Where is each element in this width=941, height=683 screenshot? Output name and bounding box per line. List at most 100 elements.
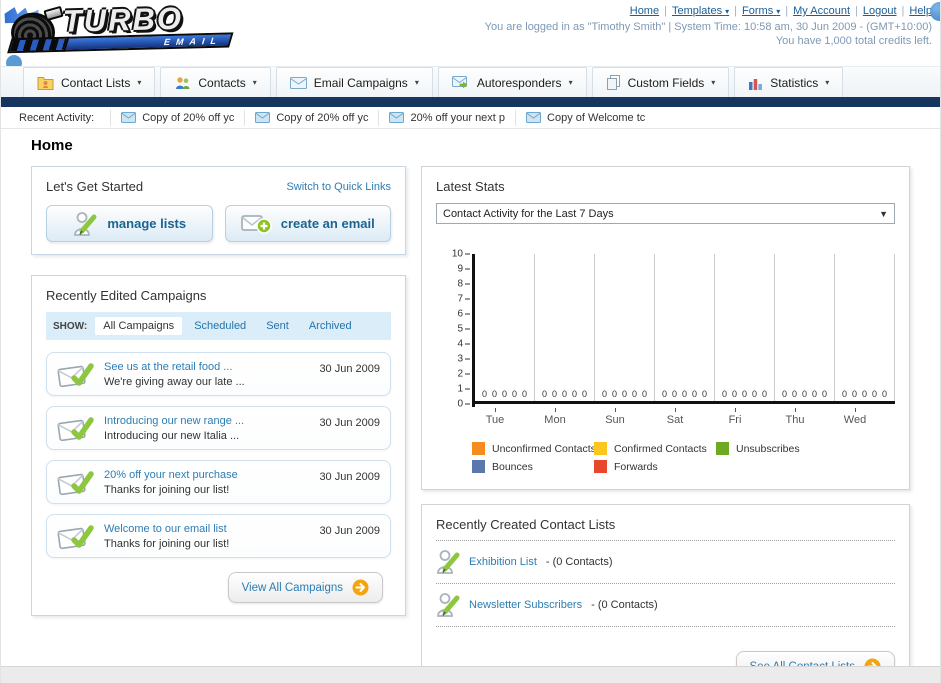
chart-values-row: 00000: [597, 389, 652, 399]
header: TURBO EMAIL Home | Templates ▾ | Forms ▾ | My …: [1, 0, 940, 118]
header-link-home[interactable]: Home: [630, 5, 659, 17]
y-tick-label: 8: [457, 279, 470, 290]
chart-value: 0: [781, 389, 787, 399]
manage-lists-button[interactable]: manage lists: [46, 205, 213, 242]
view-all-campaigns-label: View All Campaigns: [241, 581, 343, 594]
header-link-forms[interactable]: Forms ▾: [742, 5, 780, 17]
campaign-title-link[interactable]: See us at the retail food ...: [104, 361, 309, 373]
recent-activity-item[interactable]: Copy of 20% off yc: [110, 109, 244, 126]
contact-list-link-newsletter-subscribers[interactable]: Newsletter Subscribers: [469, 599, 582, 611]
chart-value: 0: [741, 389, 747, 399]
chart-value: 0: [561, 389, 567, 399]
nav-tab-label: Email Campaigns: [313, 75, 408, 90]
link-separator: |: [855, 5, 858, 17]
contact-list-link-exhibition-list[interactable]: Exhibition List: [469, 556, 537, 568]
y-tick-value: 9: [457, 263, 463, 275]
person-pencil-icon: [436, 592, 460, 618]
y-tick-value: 1: [457, 383, 463, 395]
legend-label: Unconfirmed Contacts: [492, 442, 596, 455]
chart-value: 0: [841, 389, 847, 399]
stats-period-dropdown[interactable]: Contact Activity for the Last 7 Days ▼: [436, 203, 895, 224]
chart-value: 0: [791, 389, 797, 399]
nav-tab-contacts[interactable]: Contacts ▾: [160, 67, 271, 97]
nav-tab-label: Custom Fields: [627, 75, 705, 90]
nav-tab-email-campaigns[interactable]: Email Campaigns ▾: [275, 67, 433, 97]
nav-tab-statistics[interactable]: Statistics ▾: [734, 67, 844, 97]
turbo-email-dashboard: TURBO EMAIL Home | Templates ▾ | Forms ▾ | My …: [0, 0, 941, 683]
page-title: Home: [31, 137, 73, 154]
y-tick-value: 2: [457, 368, 463, 380]
link-separator: |: [734, 5, 738, 17]
chart-value: 0: [811, 389, 817, 399]
help-bubble-icon[interactable]: [930, 2, 940, 21]
chart-day-column: 00000: [715, 254, 775, 401]
recent-activity-item[interactable]: Copy of Welcome tc: [515, 109, 655, 126]
campaign-date: 30 Jun 2009: [319, 417, 380, 429]
view-all-campaigns-button[interactable]: View All Campaigns: [227, 572, 383, 603]
campaign-card[interactable]: Introducing our new range ... Introducing…: [46, 406, 391, 450]
legend-item-forwards: Forwards: [594, 460, 716, 473]
campaign-title-link[interactable]: 20% off your next purchase: [104, 469, 309, 481]
logo-subtitle: EMAIL: [162, 35, 224, 47]
campaign-card[interactable]: See us at the retail food ... We're givin…: [46, 352, 391, 396]
header-link-logout[interactable]: Logout: [863, 5, 897, 17]
create-email-button[interactable]: create an email: [224, 205, 391, 242]
filter-scheduled[interactable]: Scheduled: [186, 317, 254, 335]
y-tick-value: 10: [451, 248, 463, 260]
filter-archived[interactable]: Archived: [301, 317, 360, 335]
nav-tab-autoresponders[interactable]: Autoresponders ▾: [437, 67, 587, 97]
nav-tab-contact-lists[interactable]: Contact Lists ▾: [23, 67, 156, 97]
chart-value: 0: [521, 389, 527, 399]
envelope-edit-icon: [57, 521, 94, 551]
chart-value: 0: [571, 389, 577, 399]
header-link-templates[interactable]: Templates ▾: [672, 5, 729, 17]
campaign-card[interactable]: Welcome to our email list Thanks for join…: [46, 514, 391, 558]
campaign-card-text: Introducing our new range ... Introducing…: [104, 415, 309, 442]
campaigns-filter-bar: SHOW: All Campaigns Scheduled Sent Archived: [46, 312, 391, 340]
header-link-my-account[interactable]: My Account: [793, 5, 850, 17]
campaigns-title: Recently Edited Campaigns: [46, 288, 207, 303]
recent-activity-item[interactable]: 20% off your next p: [378, 109, 515, 126]
campaign-title-link[interactable]: Welcome to our email list: [104, 523, 309, 535]
chart-value: 0: [501, 389, 507, 399]
campaign-date: 30 Jun 2009: [319, 363, 380, 375]
manage-lists-label: manage lists: [107, 216, 187, 231]
recent-activity-item[interactable]: Copy of 20% off yc: [244, 109, 378, 126]
link-separator: |: [664, 5, 667, 17]
y-tick-label: 0: [457, 399, 470, 410]
chart-value: 0: [641, 389, 647, 399]
login-status: You are logged in as "Timothy Smith" | S…: [484, 21, 932, 33]
legend-item-unconfirmed-contacts: Unconfirmed Contacts: [472, 442, 596, 455]
campaign-card-text: See us at the retail food ... We're givin…: [104, 361, 309, 388]
switch-quick-links[interactable]: Switch to Quick Links: [286, 181, 391, 193]
chart-value: 0: [751, 389, 757, 399]
chart-value: 0: [551, 389, 557, 399]
pages-icon: [606, 75, 621, 90]
nav-tab-custom-fields[interactable]: Custom Fields ▾: [591, 67, 730, 97]
chart-values-row: 00000: [477, 389, 532, 399]
legend-swatch: [594, 442, 607, 455]
get-started-panel: Let's Get Started Switch to Quick Links: [31, 166, 406, 255]
recent-activity-bar: Recent Activity: Copy of 20% off yc Copy …: [1, 107, 940, 129]
nav-tab-label: Statistics: [770, 75, 819, 90]
y-tick-label: 1: [457, 384, 470, 395]
y-tick-label: 3: [457, 354, 470, 365]
folder-contacts-icon: [37, 76, 54, 90]
campaign-subtitle: We're giving away our late ...: [104, 375, 245, 388]
header-link-help[interactable]: Help: [909, 5, 932, 17]
filter-sent[interactable]: Sent: [258, 317, 297, 335]
filter-all-campaigns[interactable]: All Campaigns: [95, 317, 183, 335]
chart-values-row: 00000: [837, 389, 892, 399]
envelope-small-icon: [389, 112, 405, 123]
chart-values-row: 00000: [657, 389, 712, 399]
campaign-card[interactable]: 20% off your next purchase Thanks for joi…: [46, 460, 391, 504]
chart-values-row: 00000: [537, 389, 592, 399]
campaign-subtitle: Introducing our new Italia ...: [104, 429, 240, 442]
campaign-title-link[interactable]: Introducing our new range ...: [104, 415, 309, 427]
chart-value: 0: [661, 389, 667, 399]
campaign-card-text: 20% off your next purchase Thanks for joi…: [104, 469, 309, 496]
x-tick-label-tue: Tue: [465, 407, 525, 426]
chart-values-row: 00000: [777, 389, 832, 399]
chevron-down-icon: ▾: [725, 7, 730, 16]
y-tick-value: 0: [457, 398, 463, 410]
